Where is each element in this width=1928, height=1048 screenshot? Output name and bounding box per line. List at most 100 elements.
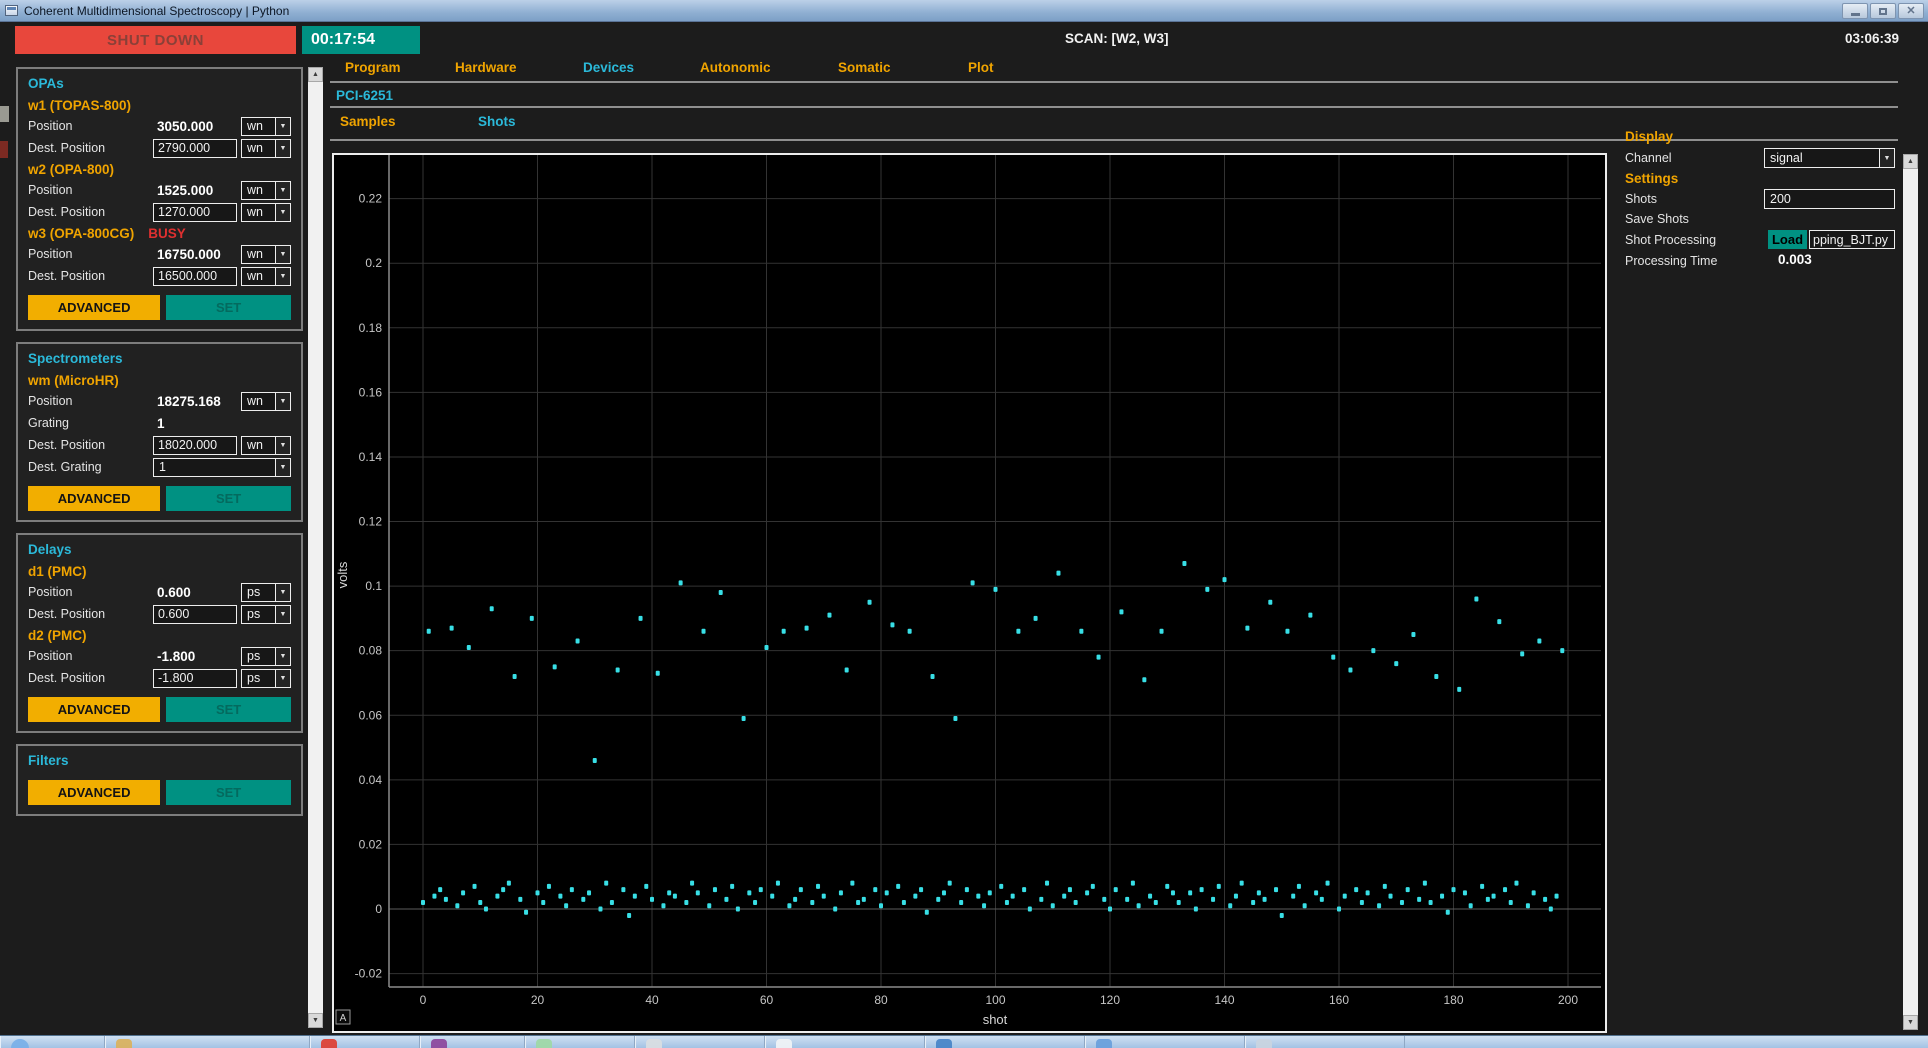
taskbar[interactable]	[0, 1035, 1928, 1048]
dest-position-input[interactable]: 0.600	[153, 605, 237, 624]
channel-label: Channel	[1625, 151, 1672, 165]
grating-value: 1	[153, 416, 237, 431]
auto-range-button[interactable]: A	[336, 1010, 350, 1024]
menu-item-hardware[interactable]: Hardware	[455, 60, 517, 75]
taskbar-button[interactable]	[105, 1036, 310, 1048]
dest-position-input[interactable]: 1270.000	[153, 203, 237, 222]
field-row: Position16750.000wn▼	[28, 243, 291, 265]
taskbar-button[interactable]	[420, 1036, 525, 1048]
taskbar-app-icon	[431, 1039, 447, 1048]
taskbar-button[interactable]	[525, 1036, 635, 1048]
chevron-down-icon[interactable]: ▼	[275, 204, 290, 221]
tab-samples[interactable]: Samples	[340, 114, 396, 129]
dest-position-input[interactable]: 18020.000	[153, 436, 237, 455]
y-axis-label: volts	[335, 561, 350, 588]
taskbar-app-icon	[11, 1039, 29, 1048]
shots-input[interactable]: 200	[1764, 189, 1895, 209]
scroll-down-icon[interactable]: ▼	[1903, 1015, 1918, 1030]
chevron-down-icon[interactable]: ▼	[275, 140, 290, 157]
dest-position-input[interactable]: 2790.000	[153, 139, 237, 158]
scroll-down-icon[interactable]: ▼	[308, 1013, 323, 1028]
taskbar-button[interactable]	[1245, 1036, 1405, 1048]
advanced-button[interactable]: ADVANCED	[28, 295, 160, 320]
clock: 03:06:39	[1845, 31, 1899, 46]
set-button[interactable]: SET	[166, 295, 291, 320]
scatter-plot[interactable]: -0.0200.020.040.060.080.10.120.140.160.1…	[334, 155, 1605, 1031]
unit-select[interactable]: wn▼	[241, 436, 291, 455]
advanced-button[interactable]: ADVANCED	[28, 780, 160, 805]
processing-time-value: 0.003	[1778, 252, 1812, 267]
menu-item-autonomic[interactable]: Autonomic	[700, 60, 771, 75]
scroll-up-icon[interactable]: ▲	[308, 67, 323, 82]
dest-position-input[interactable]: -1.800	[153, 669, 237, 688]
advanced-button[interactable]: ADVANCED	[28, 486, 160, 511]
shots-plot[interactable]: -0.0200.020.040.060.080.10.120.140.160.1…	[332, 153, 1607, 1033]
group-name-text: w2 (OPA-800)	[28, 162, 114, 177]
panel-scrollbar[interactable]: ▲ ▼	[1903, 154, 1918, 1030]
unit-select[interactable]: wn▼	[241, 181, 291, 200]
shutdown-button[interactable]: SHUT DOWN	[15, 26, 296, 54]
advanced-button[interactable]: ADVANCED	[28, 697, 160, 722]
unit-select[interactable]: ps▼	[241, 669, 291, 688]
chevron-down-icon[interactable]: ▼	[275, 648, 290, 665]
channel-select[interactable]: signal ▼	[1764, 148, 1895, 168]
scroll-up-icon[interactable]: ▲	[1903, 154, 1918, 169]
chevron-down-icon[interactable]: ▼	[275, 182, 290, 199]
chevron-down-icon[interactable]: ▼	[275, 459, 290, 476]
menu-item-plot[interactable]: Plot	[968, 60, 994, 75]
chevron-down-icon[interactable]: ▼	[1879, 149, 1894, 167]
chevron-down-icon[interactable]: ▼	[275, 606, 290, 623]
dest-grating-select[interactable]: 1▼	[153, 458, 291, 477]
taskbar-button[interactable]	[310, 1036, 420, 1048]
section-delays: Delaysd1 (PMC)Position0.600ps▼Dest. Posi…	[16, 533, 303, 733]
restore-button[interactable]	[1870, 3, 1896, 19]
taskbar-button[interactable]	[0, 1036, 105, 1048]
unit-select[interactable]: ps▼	[241, 583, 291, 602]
chevron-down-icon[interactable]: ▼	[275, 670, 290, 687]
chevron-down-icon[interactable]: ▼	[275, 393, 290, 410]
set-button[interactable]: SET	[166, 697, 291, 722]
chevron-down-icon[interactable]: ▼	[275, 584, 290, 601]
unit-select[interactable]: wn▼	[241, 267, 291, 286]
chevron-down-icon[interactable]: ▼	[275, 437, 290, 454]
field-label: Dest. Position	[28, 671, 153, 685]
chevron-down-icon[interactable]: ▼	[275, 268, 290, 285]
close-button[interactable]: ✕	[1898, 3, 1924, 19]
chevron-down-icon[interactable]: ▼	[275, 246, 290, 263]
unit-select[interactable]: ps▼	[241, 605, 291, 624]
group-name: w3 (OPA-800CG)BUSY	[28, 223, 291, 243]
app-window: Coherent Multidimensional Spectroscopy |…	[0, 0, 1928, 1048]
unit-select[interactable]: wn▼	[241, 203, 291, 222]
sidebar-scrollbar[interactable]: ▲ ▼	[308, 67, 323, 1028]
chevron-down-icon[interactable]: ▼	[275, 118, 290, 135]
unit-select[interactable]: wn▼	[241, 245, 291, 264]
minimize-button[interactable]	[1842, 3, 1868, 19]
save-shots-label[interactable]: Save Shots	[1625, 212, 1689, 226]
y-tick-label: 0.2	[365, 256, 382, 270]
device-tab-pci-6251[interactable]: PCI-6251	[336, 88, 393, 103]
taskbar-button[interactable]	[765, 1036, 925, 1048]
x-tick-label: 40	[645, 993, 659, 1007]
taskbar-button[interactable]	[635, 1036, 765, 1048]
unit-select[interactable]: ps▼	[241, 647, 291, 666]
set-button[interactable]: SET	[166, 780, 291, 805]
tab-shots[interactable]: Shots	[478, 114, 516, 129]
menu-item-program[interactable]: Program	[345, 60, 401, 75]
field-row: Position-1.800ps▼	[28, 645, 291, 667]
app-icon	[5, 5, 18, 16]
y-tick-label: 0.18	[359, 321, 383, 335]
unit-select[interactable]: wn▼	[241, 392, 291, 411]
display-header: Display	[1625, 129, 1673, 144]
set-button[interactable]: SET	[166, 486, 291, 511]
load-button[interactable]: Load	[1768, 230, 1807, 249]
taskbar-button[interactable]	[925, 1036, 1085, 1048]
field-label: Dest. Position	[28, 269, 153, 283]
shot-processing-file-input[interactable]: pping_BJT.py	[1809, 230, 1895, 249]
separator	[330, 106, 1898, 108]
dest-position-input[interactable]: 16500.000	[153, 267, 237, 286]
menu-item-somatic[interactable]: Somatic	[838, 60, 891, 75]
unit-select[interactable]: wn▼	[241, 139, 291, 158]
unit-select[interactable]: wn▼	[241, 117, 291, 136]
taskbar-button[interactable]	[1085, 1036, 1245, 1048]
menu-item-devices[interactable]: Devices	[583, 60, 634, 75]
